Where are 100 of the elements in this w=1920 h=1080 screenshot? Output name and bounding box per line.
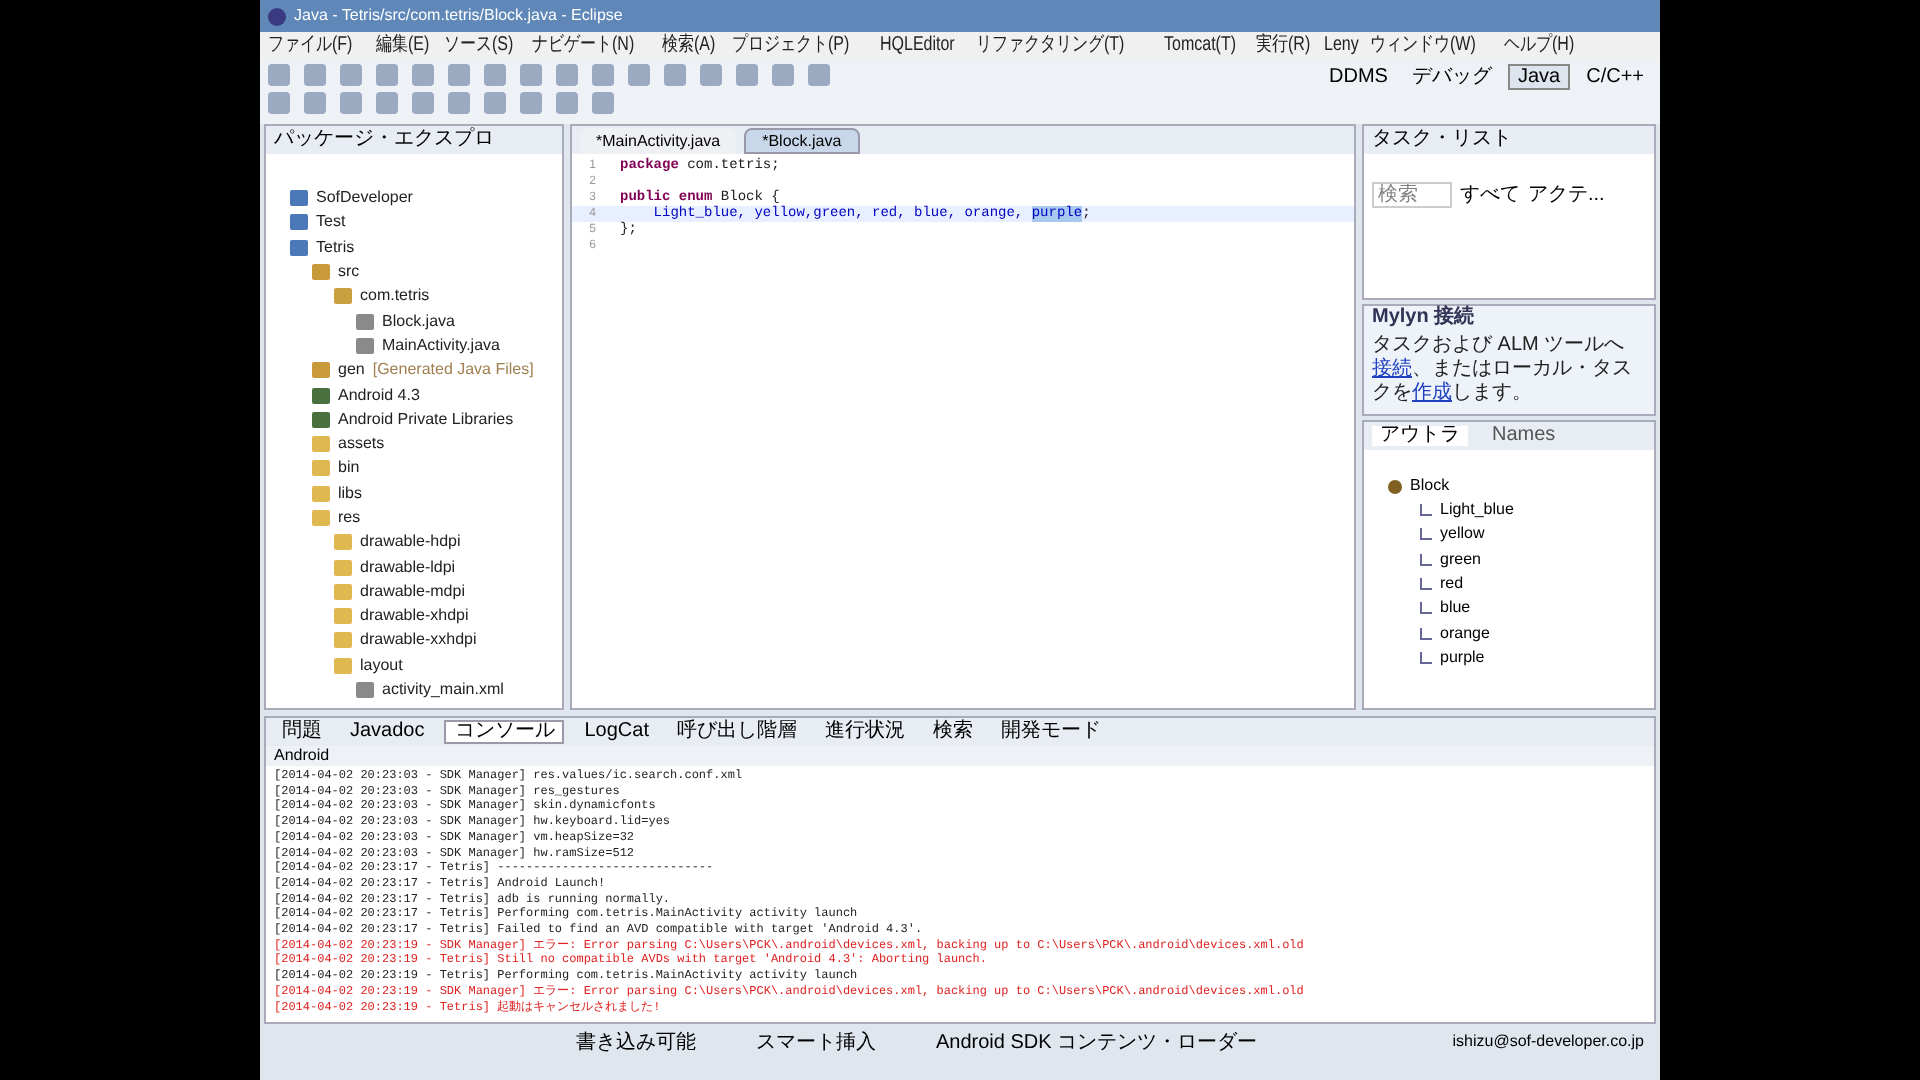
toolbar-icon[interactable] — [484, 92, 506, 114]
toolbar-icon[interactable] — [592, 92, 614, 114]
console-tab[interactable]: 進行状況 — [817, 720, 913, 744]
toolbar-icon[interactable] — [808, 64, 830, 86]
toolbar-icon[interactable] — [484, 64, 506, 86]
toolbar-icon[interactable] — [736, 64, 758, 86]
enum-icon — [1388, 479, 1402, 493]
outline-item[interactable]: blue — [1440, 596, 1471, 621]
outline-item[interactable]: orange — [1440, 621, 1490, 646]
tree-item[interactable]: Block.java — [382, 309, 455, 334]
menu-item[interactable]: Leny — [1324, 36, 1360, 56]
menu-item[interactable]: ソース(S) — [444, 36, 514, 56]
perspective-button[interactable]: Java — [1507, 64, 1571, 90]
toolbar-icon[interactable] — [520, 64, 542, 86]
toolbar-icon[interactable] — [304, 64, 326, 86]
panel-tab[interactable]: アウトラ — [1372, 426, 1468, 446]
tree-item[interactable]: libs — [338, 481, 363, 506]
folder-icon — [312, 362, 330, 379]
outline-item[interactable]: Block — [1410, 474, 1450, 498]
toolbar-icon[interactable] — [772, 64, 794, 86]
menu-item[interactable]: 編集(E) — [375, 36, 429, 56]
outline-item[interactable]: purple — [1440, 645, 1485, 670]
outline-item[interactable]: red — [1440, 572, 1464, 597]
toolbar-icon[interactable] — [448, 64, 470, 86]
file-icon — [356, 682, 374, 699]
menu-item[interactable]: 実行(R) — [1255, 36, 1310, 56]
console-tab[interactable]: 開発モード — [993, 720, 1109, 744]
toolbar-icon[interactable] — [628, 64, 650, 86]
console-tab[interactable]: LogCat — [576, 720, 657, 744]
status-field: Android SDK コンテンツ・ローダー — [936, 1027, 1258, 1057]
panel-tab[interactable]: Names — [1484, 426, 1564, 446]
menu-item[interactable]: Tomcat(T) — [1163, 36, 1236, 56]
tree-item[interactable]: Android Private Libraries — [338, 407, 514, 432]
tree-item[interactable]: drawable-xxhdpi — [360, 628, 477, 653]
editor-tab[interactable]: *MainActivity.java — [580, 128, 737, 154]
console-tab[interactable]: コンソール — [444, 720, 565, 744]
menu-item[interactable]: ナビゲート(N) — [532, 36, 636, 56]
tree-item[interactable]: drawable-ldpi — [360, 555, 456, 580]
console-name: Android — [266, 746, 1654, 766]
menu-item[interactable]: ヘルプ(H) — [1504, 36, 1575, 56]
outline-item[interactable]: Light_blue — [1440, 498, 1514, 523]
menu-item[interactable]: プロジェクト(P) — [731, 36, 849, 56]
toolbar-icon[interactable] — [340, 92, 362, 114]
toolbar-icon[interactable] — [268, 92, 290, 114]
tree-item[interactable]: SofDeveloper — [316, 186, 413, 211]
toolbar-icon[interactable] — [268, 64, 290, 86]
toolbar-icon[interactable] — [376, 64, 398, 86]
toolbar-icon[interactable] — [700, 64, 722, 86]
toolbar-icon[interactable] — [664, 64, 686, 86]
toolbar-icon[interactable] — [412, 64, 434, 86]
tree-item[interactable]: MainActivity.java — [382, 333, 500, 358]
toolbar-icon[interactable] — [592, 64, 614, 86]
tree-item[interactable]: drawable-hdpi — [360, 530, 461, 555]
toolbar-icon[interactable] — [556, 92, 578, 114]
console-tab[interactable]: 呼び出し階層 — [669, 720, 805, 744]
tree-item[interactable]: assets — [338, 432, 385, 457]
outline-item[interactable]: green — [1440, 547, 1481, 572]
status-field: 書き込み可能 — [576, 1027, 696, 1057]
menu-item[interactable]: HQLEditor — [880, 36, 955, 56]
toolbar-icon[interactable] — [448, 92, 470, 114]
app-icon — [268, 7, 286, 25]
menu-item[interactable]: リファクタリング(T) — [975, 36, 1124, 56]
search-field[interactable]: 検索 — [1372, 182, 1452, 208]
toolbar-icon[interactable] — [340, 64, 362, 86]
perspective-button[interactable]: C/C++ — [1578, 64, 1652, 90]
toolbar-icon[interactable] — [304, 92, 326, 114]
toolbar-icon[interactable] — [520, 92, 542, 114]
toolbar-icon[interactable] — [376, 92, 398, 114]
status-user: ishizu@sof-developer.co.jp — [1452, 1030, 1644, 1054]
filter-link[interactable]: すべて — [1460, 185, 1520, 205]
tree-item[interactable]: Test — [316, 210, 346, 235]
console-tab[interactable]: 問題 — [274, 720, 330, 744]
tree-item[interactable]: layout — [360, 653, 403, 678]
console-tab[interactable]: 検索 — [925, 720, 981, 744]
perspective-button[interactable]: DDMS — [1321, 64, 1396, 90]
menu-item[interactable]: 検索(A) — [662, 36, 717, 56]
tree-item[interactable]: com.tetris — [360, 284, 430, 309]
menu-item[interactable]: ウィンドウ(W) — [1370, 36, 1476, 56]
tree-item[interactable]: gen — [338, 358, 365, 383]
tree-item[interactable]: bin — [338, 456, 360, 481]
mylyn-link[interactable]: 接続 — [1372, 357, 1412, 379]
toolbar-icon[interactable] — [412, 92, 434, 114]
outline-item[interactable]: yellow — [1440, 522, 1485, 547]
tree-item[interactable]: drawable-xhdpi — [360, 604, 469, 629]
console-tab[interactable]: Javadoc — [342, 720, 433, 744]
perspective-button[interactable]: デバッグ — [1403, 64, 1500, 90]
tree-item[interactable]: drawable-mdpi — [360, 579, 465, 604]
tree-item[interactable]: Android 4.3 — [338, 383, 420, 408]
editor-tab[interactable]: *Block.java — [744, 128, 860, 154]
tree-item[interactable]: res — [338, 506, 361, 530]
tree-item[interactable]: Tetris — [316, 235, 355, 260]
menu-item[interactable]: ファイル(F) — [268, 36, 353, 56]
tree-item[interactable]: src — [338, 260, 360, 285]
mylyn-title: Mylyn 接続 — [1372, 306, 1477, 331]
filter-link[interactable]: アクテ... — [1528, 185, 1605, 205]
window-title: Java - Tetris/src/com.tetris/Block.java - Eclipse — [294, 4, 623, 28]
mylyn-link[interactable]: 作成 — [1412, 381, 1452, 403]
mylyn-message: タスクおよび ALM ツールへ 接続、またはローカル・タスクを作成 します。 — [1372, 333, 1634, 405]
tree-item[interactable]: activity_main.xml — [382, 678, 504, 703]
toolbar-icon[interactable] — [556, 64, 578, 86]
